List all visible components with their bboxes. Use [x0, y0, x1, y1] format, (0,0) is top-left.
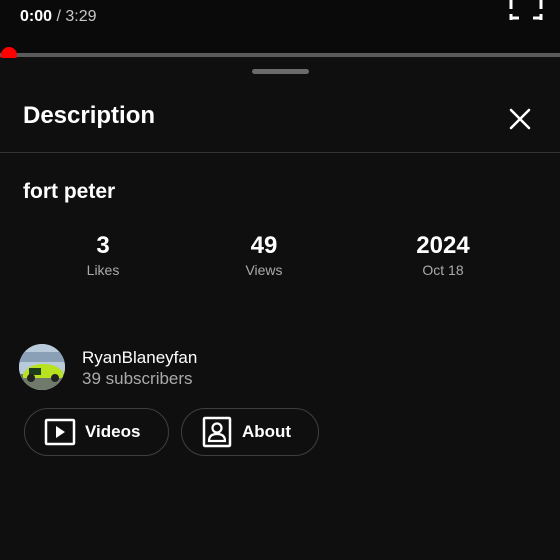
- videos-button[interactable]: Videos: [24, 408, 169, 456]
- video-player[interactable]: 0:00 / 3:29: [0, 0, 560, 63]
- video-title: fort peter: [23, 180, 116, 203]
- divider: [0, 152, 560, 153]
- views-count: 49: [250, 232, 278, 259]
- about-button-label: About: [242, 422, 292, 441]
- time-display: 0:00 / 3:29: [20, 8, 97, 26]
- panel-title: Description: [23, 102, 156, 129]
- subscriber-count: 39 subscribers: [82, 369, 193, 388]
- avatar[interactable]: [19, 344, 65, 390]
- stat-date: 2024 Oct 18: [373, 231, 513, 279]
- views-label: Views: [245, 262, 283, 278]
- upload-year: 2024: [416, 232, 470, 259]
- person-box-icon: [202, 416, 232, 448]
- upload-date: Oct 18: [422, 262, 464, 278]
- about-button[interactable]: About: [181, 408, 319, 456]
- current-time: 0:00: [20, 8, 53, 25]
- channel-name[interactable]: RyanBlaneyfan: [82, 348, 197, 368]
- description-panel: Description fort peter 3 Likes 49 Views …: [0, 58, 560, 560]
- fullscreen-icon[interactable]: [509, 0, 543, 20]
- duration: 3:29: [65, 8, 97, 25]
- time-separator: /: [56, 8, 61, 25]
- stat-views: 49 Views: [194, 231, 334, 279]
- progress-bar[interactable]: [0, 53, 560, 57]
- play-box-icon: [44, 418, 76, 446]
- videos-button-label: Videos: [85, 422, 141, 441]
- likes-label: Likes: [86, 262, 120, 278]
- stat-likes: 3 Likes: [33, 231, 173, 279]
- drag-handle[interactable]: [252, 69, 309, 74]
- close-icon[interactable]: [505, 104, 535, 134]
- likes-count: 3: [96, 232, 110, 259]
